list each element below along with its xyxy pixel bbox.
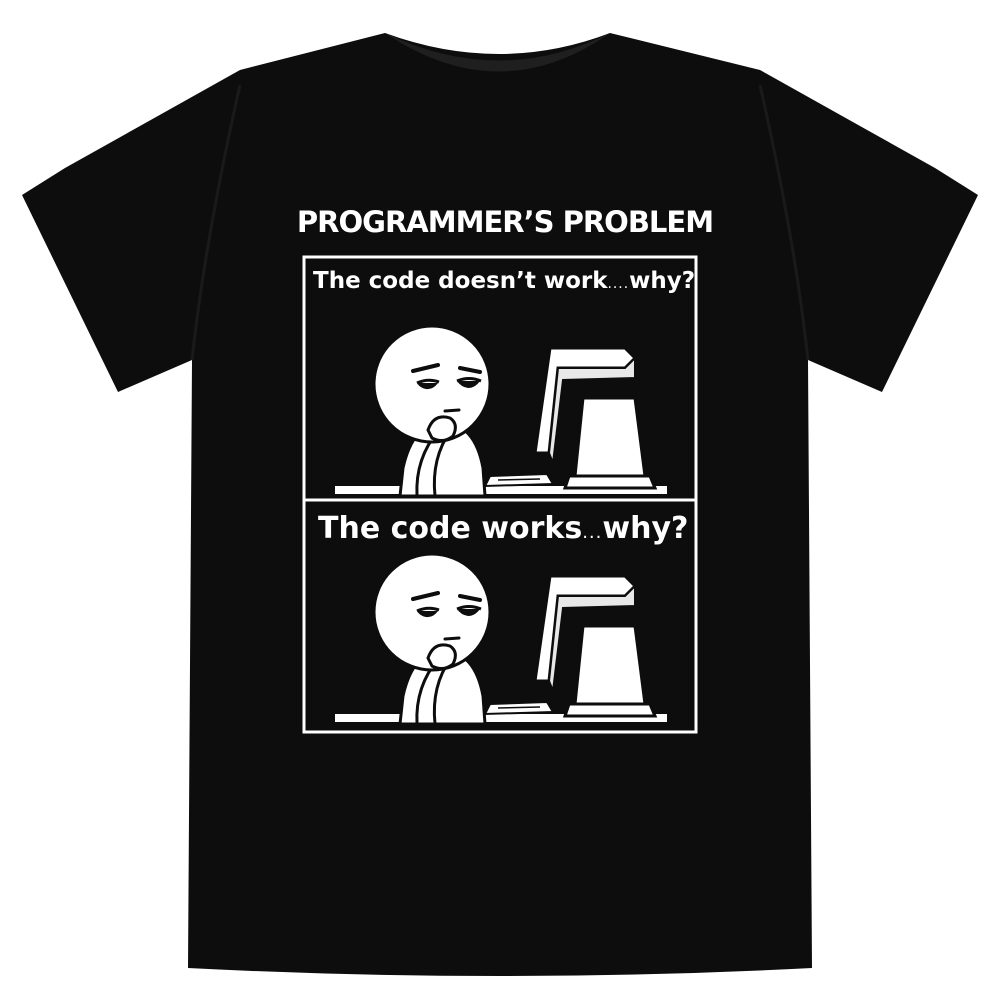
panel-1-caption-dots: .... (607, 276, 630, 292)
panel-2-caption: The code works...why? (318, 511, 688, 546)
panel-1-caption-start: The code doesn’t work (313, 268, 608, 294)
panel-2-caption-dots: ... (582, 522, 603, 543)
panel-2-caption-end: why? (602, 511, 689, 546)
print-title: PROGRAMMER’S PROBLEM (296, 205, 714, 239)
panel-2-caption-start: The code works (318, 511, 583, 546)
panel-1-caption-end: why? (629, 268, 696, 294)
t-shirt-illustration (0, 0, 1000, 1000)
panel-1-caption: The code doesn’t work....why? (313, 268, 695, 294)
